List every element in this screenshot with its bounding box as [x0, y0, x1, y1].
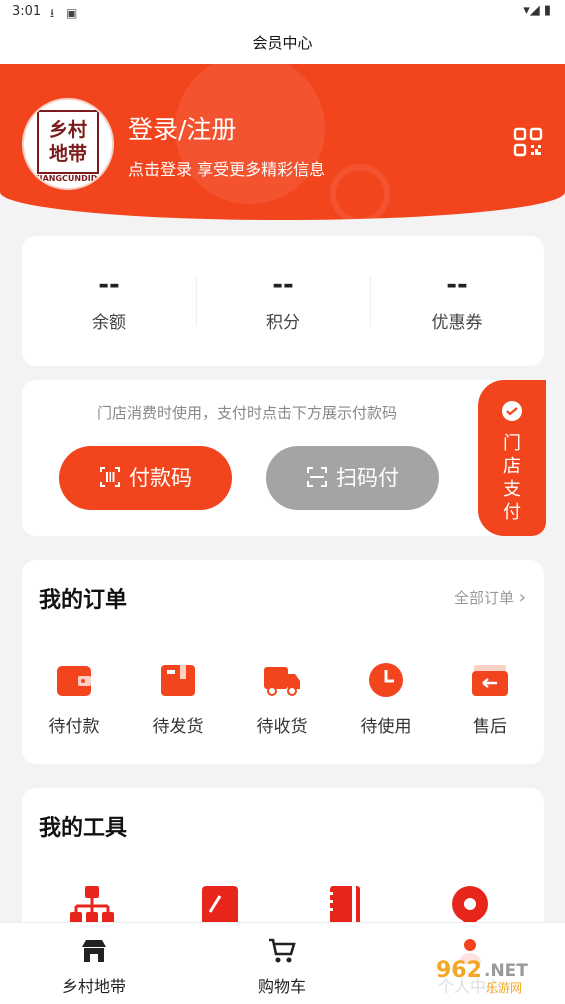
title-bar: 会员中心 [0, 26, 565, 64]
profile-header: 乡村 地带 XIANGCUNDIDAI 登录/注册 点击登录 享受更多精彩信息 [0, 64, 565, 220]
status-bar: 3:01 ⭳ ▣ ▾◢ ▮ [0, 0, 565, 26]
signal-battery-icons: ▾◢ ▮ [523, 3, 551, 18]
scan-pay-button[interactable]: 扫码付 [266, 446, 439, 510]
barcode-icon [100, 467, 120, 487]
tools-title: 我的工具 [39, 816, 128, 841]
chevron-right-icon: › [518, 587, 526, 608]
stat-value: -- [446, 270, 468, 300]
svg-text:.NET: .NET [484, 961, 528, 981]
all-orders-label: 全部订单 [454, 589, 515, 607]
scan-icon [307, 467, 327, 487]
wallet-icon [57, 666, 91, 696]
order-pending-receipt[interactable]: 待收货 [230, 660, 334, 737]
store-pay-tab[interactable]: 门店支付 [478, 380, 546, 536]
login-subtitle[interactable]: 点击登录 享受更多精彩信息 [128, 156, 325, 180]
orders-title: 我的订单 [39, 588, 128, 613]
scan-pay-label: 扫码付 [336, 466, 399, 490]
coupons-stat[interactable]: -- 优惠券 [370, 236, 544, 366]
order-pending-shipment[interactable]: 待发货 [126, 660, 230, 737]
watermark-logo: 962 .NET 乐游网 [428, 952, 558, 996]
order-pending-payment[interactable]: 待付款 [22, 660, 126, 737]
svg-text:乐游网: 乐游网 [486, 981, 522, 995]
avatar[interactable]: 乡村 地带 XIANGCUNDIDAI [22, 98, 114, 190]
account-stats-card: -- 余额 -- 积分 -- 优惠券 [22, 236, 544, 366]
my-orders-card: 我的订单 全部订单 › 待付款 待发货 待收货 待使用 售后 [22, 560, 544, 764]
page-title: 会员中心 [252, 34, 313, 52]
order-label: 待发货 [152, 717, 204, 737]
balance-stat[interactable]: -- 余额 [22, 236, 196, 366]
status-time: 3:01 [12, 4, 42, 19]
order-label: 待付款 [48, 717, 100, 737]
store-icon [82, 940, 106, 962]
order-label: 待收货 [256, 717, 308, 737]
tab-cart[interactable]: 购物车 [188, 923, 376, 1004]
pay-chat-icon [502, 401, 522, 421]
stat-value: -- [98, 270, 120, 300]
login-register-link[interactable]: 登录/注册 [128, 110, 236, 146]
return-box-icon [472, 665, 508, 696]
tab-home[interactable]: 乡村地带 [0, 923, 188, 1004]
payment-card: 门店消费时使用，支付时点击下方展示付款码 付款码 扫码付 门店支付 [22, 380, 546, 536]
cart-icon [269, 938, 296, 963]
all-orders-link[interactable]: 全部订单 › [454, 587, 526, 608]
truck-icon [264, 667, 300, 696]
stat-label: 积分 [266, 313, 300, 333]
qr-code-icon[interactable] [512, 126, 544, 158]
clock-icon [369, 663, 403, 697]
pay-code-label: 付款码 [129, 466, 192, 490]
brand-logo: 乡村 地带 [37, 110, 99, 174]
order-after-sales[interactable]: 售后 [438, 660, 542, 737]
svg-text:962: 962 [436, 958, 482, 983]
stat-label: 余额 [92, 313, 126, 333]
notification-icons: ⭳ ▣ [50, 6, 82, 20]
tab-label: 购物车 [257, 977, 306, 996]
store-pay-label: 门店支付 [503, 433, 521, 523]
tab-label: 乡村地带 [61, 977, 126, 996]
order-label: 售后 [473, 717, 507, 737]
package-icon [161, 665, 195, 696]
stat-value: -- [272, 270, 294, 300]
payment-hint: 门店消费时使用，支付时点击下方展示付款码 [96, 404, 397, 422]
points-stat[interactable]: -- 积分 [196, 236, 370, 366]
order-label: 待使用 [360, 717, 412, 737]
decorative-ring [330, 164, 390, 220]
pay-code-button[interactable]: 付款码 [59, 446, 232, 510]
stat-label: 优惠券 [431, 313, 483, 333]
order-pending-use[interactable]: 待使用 [334, 660, 438, 737]
brand-logo-tagline: XIANGCUNDIDAI [33, 174, 107, 183]
